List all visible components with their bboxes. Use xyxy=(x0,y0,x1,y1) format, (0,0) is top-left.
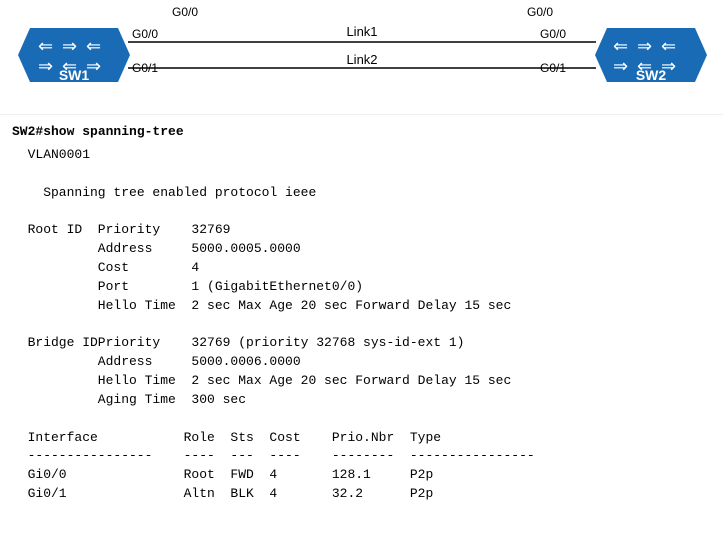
svg-text:Link1: Link1 xyxy=(346,24,377,39)
root-id-details: Priority 32769 Address 5000.0005.0000 Co… xyxy=(98,221,511,315)
svg-text:⇐: ⇐ xyxy=(86,36,101,56)
bridge-aging-value: 300 sec xyxy=(191,392,246,407)
svg-text:G0/0: G0/0 xyxy=(540,27,566,41)
svg-text:SW1: SW1 xyxy=(59,67,90,83)
root-cost-value: 4 xyxy=(191,260,199,275)
svg-text:⇒: ⇒ xyxy=(62,36,77,56)
table-row-gi00: Gi0/0 Root FWD 4 128.1 P2p xyxy=(28,466,711,485)
terminal-output: SW2#show spanning-tree VLAN0001 Spanning… xyxy=(0,115,723,512)
bridge-id-section: Bridge ID Priority 32769 (priority 32768… xyxy=(28,334,711,409)
bridge-id-details: Priority 32769 (priority 32768 sys-id-ex… xyxy=(98,334,511,409)
bridge-hello-row: Hello Time 2 sec Max Age 20 sec Forward … xyxy=(98,372,511,391)
root-cost-label: Cost xyxy=(98,259,184,278)
root-hello-label: Hello Time xyxy=(98,297,184,316)
bridge-address-label: Address xyxy=(98,353,184,372)
bridge-aging-label: Aging Time xyxy=(98,391,184,410)
root-hello-value: 2 sec Max Age 20 sec Forward Delay 15 se… xyxy=(191,298,511,313)
root-address-label: Address xyxy=(98,240,184,259)
root-id-label: Root ID xyxy=(28,221,98,315)
svg-text:G0/1: G0/1 xyxy=(132,61,158,75)
protocol-line: Spanning tree enabled protocol ieee xyxy=(43,184,711,203)
root-priority-value: 32769 xyxy=(191,222,230,237)
svg-text:⇒: ⇒ xyxy=(38,56,53,76)
svg-text:⇐: ⇐ xyxy=(38,36,53,56)
bridge-priority-label: Priority xyxy=(98,334,184,353)
bridge-hello-value: 2 sec Max Age 20 sec Forward Delay 15 se… xyxy=(191,373,511,388)
table-row-gi01: Gi0/1 Altn BLK 4 32.2 P2p xyxy=(28,485,711,504)
svg-text:⇒: ⇒ xyxy=(613,56,628,76)
root-priority-row: Priority 32769 xyxy=(98,221,511,240)
bridge-address-row: Address 5000.0006.0000 xyxy=(98,353,511,372)
root-port-value: 1 (GigabitEthernet0/0) xyxy=(191,279,363,294)
vlan-label: VLAN0001 xyxy=(28,146,711,165)
svg-text:G0/0: G0/0 xyxy=(527,5,553,19)
command-line: SW2#show spanning-tree xyxy=(12,123,711,142)
root-port-row: Port 1 (GigabitEthernet0/0) xyxy=(98,278,511,297)
table-divider: ---------------- ---- --- ---- -------- … xyxy=(28,447,711,466)
bridge-address-value: 5000.0006.0000 xyxy=(191,354,300,369)
root-id-section: Root ID Priority 32769 Address 5000.0005… xyxy=(28,221,711,315)
root-cost-row: Cost 4 xyxy=(98,259,511,278)
svg-text:⇐: ⇐ xyxy=(661,36,676,56)
svg-text:⇐: ⇐ xyxy=(613,36,628,56)
bridge-priority-row: Priority 32769 (priority 32768 sys-id-ex… xyxy=(98,334,511,353)
svg-text:⇒: ⇒ xyxy=(637,36,652,56)
table-header: Interface Role Sts Cost Prio.Nbr Type xyxy=(28,429,711,448)
bridge-hello-label: Hello Time xyxy=(98,372,184,391)
svg-text:Link2: Link2 xyxy=(346,52,377,67)
svg-text:G0/1: G0/1 xyxy=(540,61,566,75)
root-priority-label: Priority xyxy=(98,221,184,240)
root-address-value: 5000.0005.0000 xyxy=(191,241,300,256)
network-diagram: ⇐ ⇒ ⇐ ⇒ ⇐ ⇒ SW1 ⇐ ⇒ ⇐ ⇒ ⇐ ⇒ SW2 G0/0 G0/… xyxy=(0,0,723,115)
bridge-priority-value: 32769 (priority 32768 sys-id-ext 1) xyxy=(191,335,464,350)
root-hello-row: Hello Time 2 sec Max Age 20 sec Forward … xyxy=(98,297,511,316)
root-port-label: Port xyxy=(98,278,184,297)
bridge-id-label: Bridge ID xyxy=(28,334,98,409)
svg-text:G0/0: G0/0 xyxy=(132,27,158,41)
root-address-row: Address 5000.0005.0000 xyxy=(98,240,511,259)
svg-text:G0/0: G0/0 xyxy=(172,5,198,19)
svg-text:SW2: SW2 xyxy=(636,67,667,83)
bridge-aging-row: Aging Time 300 sec xyxy=(98,391,511,410)
